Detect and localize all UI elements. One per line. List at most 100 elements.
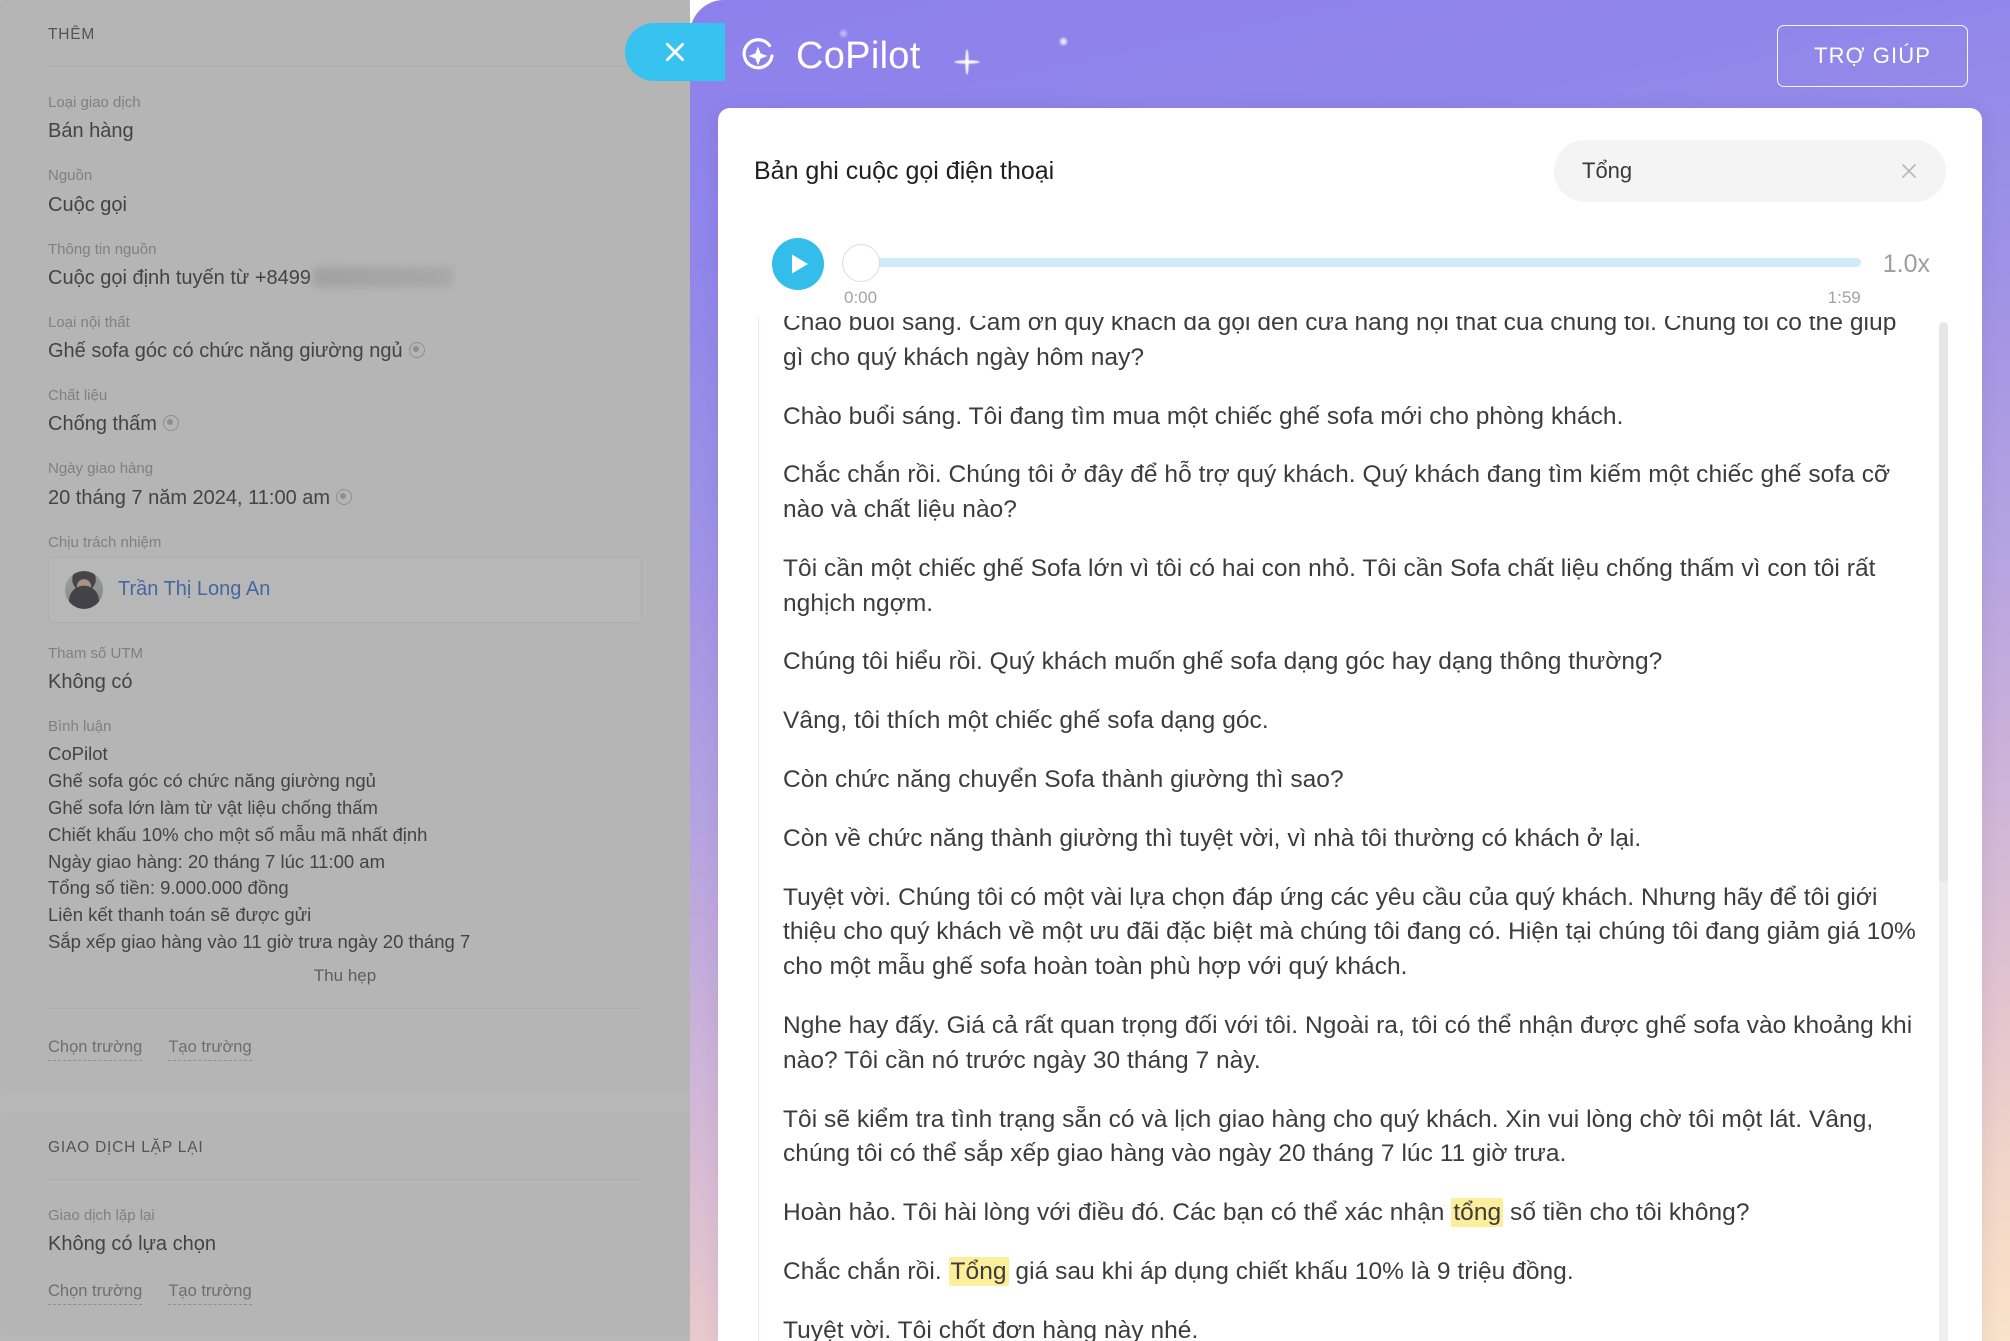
collapse-comment-button[interactable]: Thu hẹp [48, 966, 642, 986]
comment-line: Sắp xếp giao hàng vào 11 giờ trưa ngày 2… [48, 930, 471, 952]
comment-line: Ngày giao hàng: 20 tháng 7 lúc 11:00 am [48, 850, 386, 872]
close-icon [666, 43, 684, 61]
crm-details-panel: THÊM Loại giao dịch Bán hàng Nguồn Cuộc … [0, 0, 690, 1341]
crm-field-deal-type: Loại giao dịch Bán hàng [48, 93, 642, 145]
create-field-button[interactable]: Tạo trường [168, 1279, 252, 1305]
comment-line: Ghế sofa góc có chức năng giường ngủ [48, 770, 376, 792]
crm-field-comment: Bình luận CoPilot Ghế sofa góc có chức n… [48, 717, 642, 986]
transcript-line: Chào buổi sáng. Cảm ơn quý khách đã gọi … [783, 316, 1897, 371]
comment-line: Chiết khấu 10% cho một số mẫu mã nhất đị… [48, 823, 428, 845]
crm-section-title-recurring: GIAO DỊCH LẶP LẠI [48, 1139, 642, 1180]
scrollbar-thumb[interactable] [1939, 322, 1948, 882]
audio-progress-track[interactable] [842, 258, 1861, 267]
playback-speed-button[interactable]: 1.0x [1883, 250, 1930, 279]
comment-line: Liên kết thanh toán sẽ được gửi [48, 904, 312, 926]
transcript-line: Chắc chắn rồi. Chúng tôi ở đây để hỗ trợ… [783, 461, 1891, 524]
comment-line: Tổng số tiền: 9.000.000 đồng [48, 877, 289, 899]
transcript-line: Chào buổi sáng. Tôi đang tìm mua một chi… [783, 402, 1624, 430]
crm-field-responsible: Chịu trách nhiệm Trần Thị Long An [48, 533, 642, 623]
copilot-title: CoPilot [796, 34, 921, 77]
crm-field-label: Loại giao dịch [48, 94, 141, 111]
crm-field-value[interactable]: Cuộc gọi [48, 191, 642, 219]
field-actions-more: Chọn trường Tạo trường [48, 1007, 642, 1061]
crm-section-recurring: GIAO DỊCH LẶP LẠI Giao dịch lặp lại Khôn… [0, 1112, 690, 1335]
copilot-header: CoPilot TRỢ GIÚP [690, 0, 2010, 112]
comment-line: Ghế sofa lớn làm từ vật liệu chống thấm [48, 796, 378, 818]
audio-progress-handle[interactable] [842, 244, 880, 282]
app-root: THÊM Loại giao dịch Bán hàng Nguồn Cuộc … [0, 0, 2010, 1341]
search-input[interactable]: Tổng [1554, 140, 1946, 202]
crm-section-more: THÊM Loại giao dịch Bán hàng Nguồn Cuộc … [0, 0, 690, 1091]
ai-filled-icon [408, 342, 425, 358]
clear-search-icon[interactable] [1898, 160, 1920, 182]
crm-field-label: Tham số UTM [48, 644, 144, 662]
transcript-line: Còn về chức năng thành giường thì tuyệt … [783, 824, 1642, 852]
crm-field-source-info: Thông tin nguồn Cuộc gọi định tuyến từ +… [48, 240, 642, 292]
crm-field-value-text: Chống thấm [48, 413, 157, 436]
crm-field-value[interactable]: Ghế sofa góc có chức năng giường ngủ [48, 337, 642, 365]
create-field-button[interactable]: Tạo trường [168, 1035, 252, 1061]
search-input-value[interactable]: Tổng [1582, 158, 1898, 184]
field-actions-recurring: Chọn trường Tạo trường [48, 1279, 642, 1305]
crm-field-label: Ngày giao hàng [48, 460, 154, 478]
crm-field-label: Loại nội thất [48, 313, 130, 331]
crm-field-label: Bình luận [48, 718, 112, 735]
crm-scroll-container: THÊM Loại giao dịch Bán hàng Nguồn Cuộc … [0, 0, 690, 1341]
crm-field-source: Nguồn Cuộc gọi [48, 166, 642, 218]
crm-field-value[interactable]: Bán hàng [48, 117, 642, 145]
select-field-button[interactable]: Chọn trường [48, 1279, 143, 1305]
owner-name-link[interactable]: Trần Thị Long An [118, 578, 270, 601]
play-button[interactable] [772, 238, 824, 290]
audio-time-end: 1:59 [1827, 288, 1861, 307]
close-copilot-button[interactable] [625, 23, 725, 81]
crm-field-utm: Tham số UTM Không có [48, 644, 642, 696]
transcript-line: Tôi cần một chiếc ghế Sofa lớn vì tôi có… [783, 554, 1876, 617]
crm-field-furniture-type: Loại nội thất Ghế sofa góc có chức năng … [48, 313, 642, 365]
crm-field-recurring: Giao dịch lặp lại Không có lựa chọn [48, 1206, 642, 1258]
play-icon [791, 254, 808, 274]
transcript-line: Hoàn hảo. Tôi hài lòng với điều đó. Các … [783, 1198, 1750, 1228]
audio-time-start: 0:00 [844, 288, 878, 307]
crm-field-value[interactable]: Không có [48, 668, 642, 696]
transcript-card-header: Bản ghi cuộc gọi điện thoại Tổng [718, 108, 1982, 204]
owner-chip[interactable]: Trần Thị Long An [48, 556, 642, 623]
copilot-logo-icon [742, 38, 774, 70]
transcript-line: Tuyệt vời. Tôi chốt đơn hàng này nhé. [783, 1316, 1199, 1341]
audio-player: 0:00 1:59 1.0x [718, 204, 1982, 308]
copilot-brand: CoPilot [738, 35, 921, 78]
search-highlight: tổng [1451, 1198, 1504, 1228]
select-field-button[interactable]: Chọn trường [48, 1035, 143, 1061]
crm-field-label: Thông tin nguồn [48, 240, 157, 258]
crm-field-label: Chất liệu [48, 387, 108, 404]
avatar [65, 570, 103, 609]
crm-field-value[interactable]: Không có lựa chọn [48, 1230, 642, 1258]
audio-progress[interactable]: 0:00 1:59 [842, 232, 1861, 307]
transcript-line: Chúng tôi hiểu rồi. Quý khách muốn ghế s… [783, 648, 1663, 676]
copilot-panel: CoPilot TRỢ GIÚP Bản ghi cuộc gọi điện t… [690, 0, 2010, 1341]
transcript-line: Chắc chắn rồi. Tổng giá sau khi áp dụng … [783, 1256, 1574, 1286]
page-title: Bản ghi cuộc gọi điện thoại [754, 156, 1055, 185]
crm-field-label: Giao dịch lặp lại [48, 1206, 155, 1224]
crm-field-value-text: 20 tháng 7 năm 2024, 11:00 am [48, 486, 331, 509]
crm-field-value[interactable]: Chống thấm [48, 410, 642, 438]
crm-section-title-more: THÊM [48, 26, 642, 67]
comment-line: CoPilot [48, 743, 108, 765]
help-button[interactable]: TRỢ GIÚP [1777, 25, 1968, 87]
crm-field-label: Chịu trách nhiệm [48, 533, 162, 551]
transcript-line: Tôi sẽ kiểm tra tình trạng sẵn có và lịc… [783, 1105, 1874, 1168]
transcript-line: Vâng, tôi thích một chiếc ghế sofa dạng … [783, 707, 1269, 735]
transcript-card: Bản ghi cuộc gọi điện thoại Tổng 0:00 1:… [718, 108, 1982, 1341]
crm-field-value[interactable]: 20 tháng 7 năm 2024, 11:00 am [48, 484, 642, 512]
transcript-lines: Chào buổi sáng. Cảm ơn quý khách đã gọi … [783, 316, 1918, 1341]
crm-field-delivery-date: Ngày giao hàng 20 tháng 7 năm 2024, 11:0… [48, 459, 642, 511]
redacted-phone-blur [313, 266, 454, 287]
crm-source-phone-text: Cuộc gọi định tuyến từ +8499 [48, 266, 312, 289]
crm-field-value[interactable]: Cuộc gọi định tuyến từ +8499 [48, 264, 642, 292]
transcript-scroll-area[interactable]: Chào buổi sáng. Cảm ơn quý khách đã gọi … [758, 316, 1952, 1341]
crm-field-material: Chất liệu Chống thấm [48, 386, 642, 438]
transcript-line: Nghe hay đấy. Giá cả rất quan trọng đối … [783, 1011, 1913, 1074]
comment-body: CoPilot Ghế sofa góc có chức năng giường… [48, 741, 642, 956]
crm-field-label: Nguồn [48, 167, 93, 185]
crm-field-value-text: Ghế sofa góc có chức năng giường ngủ [48, 340, 403, 362]
search-highlight: Tổng [948, 1256, 1009, 1286]
